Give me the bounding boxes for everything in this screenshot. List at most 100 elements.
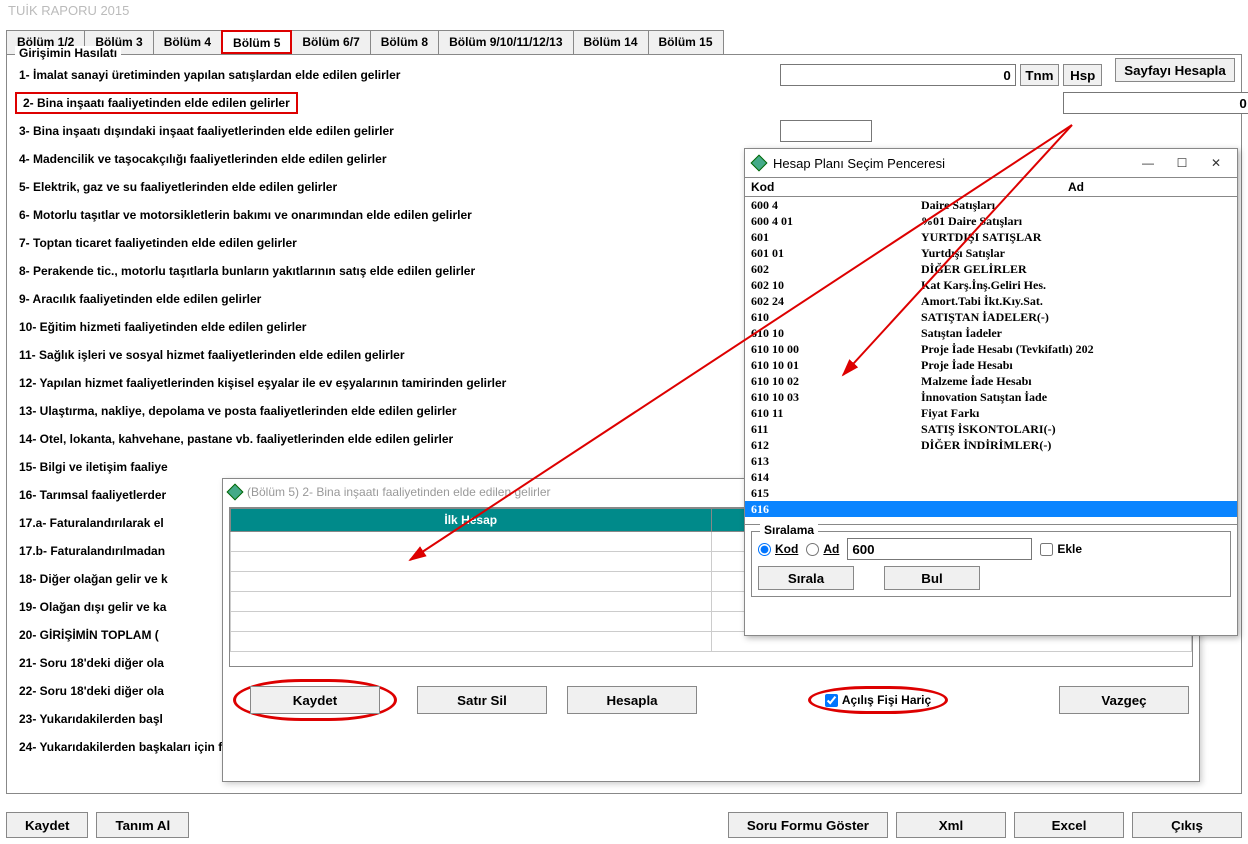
- row-label: 15- Bilgi ve iletişim faaliye: [15, 458, 780, 476]
- hp-item-ad: Daire Satışları: [921, 197, 1231, 213]
- hp-search-input[interactable]: [847, 538, 1032, 560]
- sayfayi-hesapla-button[interactable]: Sayfayı Hesapla: [1115, 58, 1235, 82]
- tab-b-l-m-15[interactable]: Bölüm 15: [648, 30, 724, 54]
- hp-item-kod: 610 10 00: [751, 341, 921, 357]
- group-title: Girişimin Hasılatı: [15, 46, 121, 60]
- hp-item-kod: 610 10 03: [751, 389, 921, 405]
- hp-list-item[interactable]: 610 10 00Proje İade Hesabı (Tevkifatlı) …: [745, 341, 1237, 357]
- hp-list-item[interactable]: 610 10 03İnnovation Satıştan İade: [745, 389, 1237, 405]
- hp-list-item[interactable]: 610 11Fiyat Farkı: [745, 405, 1237, 421]
- xml-button[interactable]: Xml: [896, 812, 1006, 838]
- annotation-oval-kaydet: Kaydet: [233, 679, 397, 721]
- row-value-input[interactable]: [780, 120, 872, 142]
- hp-list-item[interactable]: 615: [745, 485, 1237, 501]
- revenue-row: 3- Bina inşaatı dışındaki inşaat faaliye…: [15, 117, 1233, 145]
- hp-list-item[interactable]: 610SATIŞTAN İADELER(-): [745, 309, 1237, 325]
- row-label: 7- Toptan ticaret faaliyetinden elde edi…: [15, 234, 780, 252]
- hp-list-item[interactable]: 602 10Kat Karş.İnş.Geliri Hes.: [745, 277, 1237, 293]
- sub-satir-sil-button[interactable]: Satır Sil: [417, 686, 547, 714]
- hp-item-kod: 610: [751, 309, 921, 325]
- annotation-oval-acilis: Açılış Fişi Hariç: [808, 686, 948, 714]
- hp-item-kod: 610 11: [751, 405, 921, 421]
- tanim-al-button[interactable]: Tanım Al: [96, 812, 189, 838]
- hp-item-ad: [921, 453, 1231, 469]
- hp-item-kod: 610 10 01: [751, 357, 921, 373]
- tnm-button[interactable]: Tnm: [1020, 64, 1059, 86]
- sub-kaydet-button[interactable]: Kaydet: [250, 686, 380, 714]
- hp-list-item[interactable]: 610 10 02Malzeme İade Hesabı: [745, 373, 1237, 389]
- sub-vazgec-button[interactable]: Vazgeç: [1059, 686, 1189, 714]
- row-label: 12- Yapılan hizmet faaliyetlerinden kişi…: [15, 374, 780, 392]
- hp-list-item[interactable]: 601YURTDIŞI SATIŞLAR: [745, 229, 1237, 245]
- hp-list-item[interactable]: 601 01Yurtdışı Satışlar: [745, 245, 1237, 261]
- tab-row: Bölüm 1/2Bölüm 3Bölüm 4Bölüm 5Bölüm 6/7B…: [0, 30, 1248, 54]
- hp-item-kod: 602 24: [751, 293, 921, 309]
- hp-list-item[interactable]: 611SATIŞ İSKONTOLARI(-): [745, 421, 1237, 437]
- row-label: 10- Eğitim hizmeti faaliyetinden elde ed…: [15, 318, 780, 336]
- hp-list-item[interactable]: 600 4Daire Satışları: [745, 197, 1237, 213]
- hp-list-item[interactable]: 602 24Amort.Tabi İkt.Kıy.Sat.: [745, 293, 1237, 309]
- cikis-button[interactable]: Çıkış: [1132, 812, 1242, 838]
- hp-item-ad: Proje İade Hesabı (Tevkifatlı) 202: [921, 341, 1231, 357]
- hp-item-ad: DİĞER İNDİRİMLER(-): [921, 437, 1231, 453]
- row-value-input[interactable]: [1063, 92, 1248, 114]
- hp-item-kod: 600 4: [751, 197, 921, 213]
- tab-b-l-m-6-7[interactable]: Bölüm 6/7: [291, 30, 370, 54]
- chk-acilis-fisi-haric[interactable]: Açılış Fişi Hariç: [825, 693, 931, 707]
- hp-list-item[interactable]: 602DİĞER GELİRLER: [745, 261, 1237, 277]
- row-label: 11- Sağlık işleri ve sosyal hizmet faali…: [15, 346, 780, 364]
- tab-b-l-m-4[interactable]: Bölüm 4: [153, 30, 222, 54]
- hp-header-ad: Ad: [921, 180, 1231, 194]
- soru-formu-button[interactable]: Soru Formu Göster: [728, 812, 888, 838]
- sub-hesapla-button[interactable]: Hesapla: [567, 686, 697, 714]
- chk-ekle[interactable]: Ekle: [1040, 542, 1082, 556]
- radio-kod[interactable]: Kod: [758, 542, 798, 556]
- row-label: 4- Madencilik ve taşocakçılığı faaliyetl…: [15, 150, 780, 168]
- sub-window-title-text: (Bölüm 5) 2- Bina inşaatı faaliyetinden …: [247, 485, 551, 499]
- chk-acilis-input[interactable]: [825, 694, 838, 707]
- bottom-bar: Kaydet Tanım Al Soru Formu Göster Xml Ex…: [6, 812, 1242, 838]
- row-label: 5- Elektrik, gaz ve su faaliyetlerinden …: [15, 178, 780, 196]
- row-label: 6- Motorlu taşıtlar ve motorsikletlerin …: [15, 206, 780, 224]
- tab-b-l-m-14[interactable]: Bölüm 14: [573, 30, 649, 54]
- maximize-icon[interactable]: ☐: [1169, 156, 1195, 170]
- tab-b-l-m-8[interactable]: Bölüm 8: [370, 30, 439, 54]
- hp-list-item[interactable]: 612DİĞER İNDİRİMLER(-): [745, 437, 1237, 453]
- revenue-row: 1- İmalat sanayi üretiminden yapılan sat…: [15, 61, 1233, 89]
- excel-button[interactable]: Excel: [1014, 812, 1124, 838]
- hp-item-kod: 602 10: [751, 277, 921, 293]
- hp-list[interactable]: 600 4Daire Satışları600 4 01%01 Daire Sa…: [745, 197, 1237, 525]
- hp-item-kod: 610 10 02: [751, 373, 921, 389]
- close-icon[interactable]: ✕: [1203, 156, 1229, 170]
- hp-item-ad: DİĞER GELİRLER: [921, 261, 1231, 277]
- hp-list-item[interactable]: 600 4 01%01 Daire Satışları: [745, 213, 1237, 229]
- hp-list-item[interactable]: 613: [745, 453, 1237, 469]
- hp-item-kod: 616: [751, 501, 921, 517]
- hp-sirala-button[interactable]: Sırala: [758, 566, 854, 590]
- hp-title-text: Hesap Planı Seçim Penceresi: [773, 156, 1127, 171]
- tab-b-l-m-9-10-11-12-13[interactable]: Bölüm 9/10/11/12/13: [438, 30, 573, 54]
- chk-acilis-label: Açılış Fişi Hariç: [842, 693, 931, 707]
- hp-list-item[interactable]: 610 10Satıştan İadeler: [745, 325, 1237, 341]
- tab-b-l-m-5[interactable]: Bölüm 5: [221, 30, 292, 54]
- row-label: 2- Bina inşaatı faaliyetinden elde edile…: [15, 92, 298, 114]
- row-label: 13- Ulaştırma, nakliye, depolama ve post…: [15, 402, 780, 420]
- hp-item-ad: Amort.Tabi İkt.Kıy.Sat.: [921, 293, 1231, 309]
- hp-list-item[interactable]: 610 10 01Proje İade Hesabı: [745, 357, 1237, 373]
- hp-item-ad: Fiyat Farkı: [921, 405, 1231, 421]
- hsp-button[interactable]: Hsp: [1063, 64, 1102, 86]
- hp-list-item[interactable]: 616: [745, 501, 1237, 517]
- hp-item-ad: Satıştan İadeler: [921, 325, 1231, 341]
- row-value-input[interactable]: [780, 64, 1016, 86]
- hp-header-kod: Kod: [751, 180, 921, 194]
- hp-item-ad: Proje İade Hesabı: [921, 357, 1231, 373]
- kaydet-button[interactable]: Kaydet: [6, 812, 88, 838]
- hp-item-ad: [921, 485, 1231, 501]
- hp-item-ad: %01 Daire Satışları: [921, 213, 1231, 229]
- hp-sort-legend: Sıralama: [760, 523, 818, 537]
- hp-item-kod: 600 4 01: [751, 213, 921, 229]
- hp-list-item[interactable]: 614: [745, 469, 1237, 485]
- hp-bul-button[interactable]: Bul: [884, 566, 980, 590]
- minimize-icon[interactable]: —: [1135, 156, 1161, 170]
- radio-ad[interactable]: Ad: [806, 542, 839, 556]
